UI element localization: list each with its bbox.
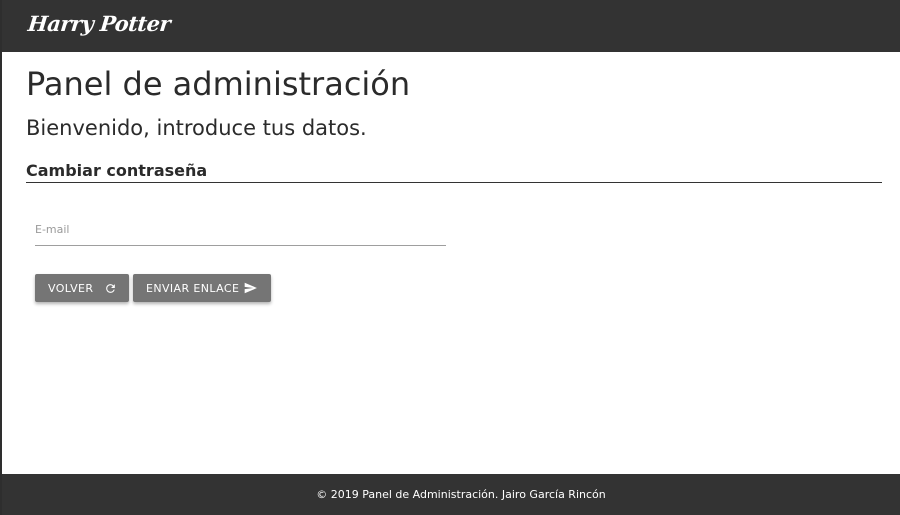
harry-potter-logo[interactable]: Harry Potter <box>26 9 172 39</box>
send-link-button-label: ENVIAR ENLACE <box>146 281 240 295</box>
email-input[interactable] <box>35 218 446 241</box>
email-field-container <box>35 218 446 246</box>
page: Harry Potter Panel de administración Bie… <box>0 0 900 515</box>
back-button-label: VOLVER <box>48 281 94 295</box>
page-subtitle: Bienvenido, introduce tus datos. <box>26 116 367 140</box>
send-link-button[interactable]: ENVIAR ENLACE <box>133 274 271 302</box>
refresh-icon <box>103 274 117 302</box>
send-icon <box>242 274 258 302</box>
back-button[interactable]: VOLVER <box>35 274 129 302</box>
section-heading: Cambiar contraseña <box>26 160 882 183</box>
page-title: Panel de administración <box>26 65 411 103</box>
top-navbar: Harry Potter <box>2 0 900 52</box>
footer: © 2019 Panel de Administración. Jairo Ga… <box>2 474 900 515</box>
footer-copyright: © 2019 Panel de Administración. Jairo Ga… <box>316 488 606 501</box>
